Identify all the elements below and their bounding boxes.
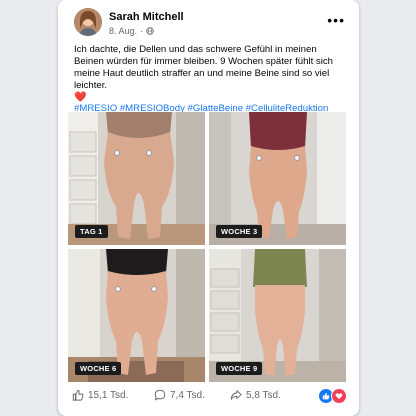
thumbs-up-icon	[72, 389, 84, 401]
photo-grid[interactable]: TAG 1 WOCHE 3 WOCHE 6 WOCHE 9	[68, 112, 349, 382]
share-icon	[230, 390, 242, 400]
post-text: Ich dachte, die Dellen und das schwere G…	[74, 44, 333, 91]
photo-label: WOCHE 3	[216, 225, 263, 238]
meta-separator: ·	[140, 26, 144, 36]
post-meta: 8. Aug. ·	[109, 26, 154, 36]
like-count: 15,1 Tsd.	[88, 389, 129, 401]
photo-woche-9[interactable]: WOCHE 9	[209, 249, 346, 382]
photo-woche-3[interactable]: WOCHE 3	[209, 112, 346, 245]
photo-label: TAG 1	[75, 225, 108, 238]
photo-woche-6[interactable]: WOCHE 6	[68, 249, 205, 382]
photo-label: WOCHE 9	[216, 362, 263, 375]
comment-count: 7,4 Tsd.	[170, 389, 205, 401]
share-stat[interactable]: 5,8 Tsd.	[230, 389, 281, 401]
love-reaction-icon	[331, 388, 347, 404]
photo-tag-1[interactable]: TAG 1	[68, 112, 205, 245]
share-count: 5,8 Tsd.	[246, 389, 281, 401]
post-card: Sarah Mitchell 8. Aug. · ••• Ich dachte,…	[58, 0, 359, 416]
post-date[interactable]: 8. Aug.	[109, 26, 137, 36]
like-stat[interactable]: 15,1 Tsd.	[72, 389, 128, 401]
globe-icon	[146, 27, 154, 35]
heart-emoji: ❤️	[74, 92, 87, 103]
reaction-icons[interactable]	[318, 388, 347, 404]
post-footer: 15,1 Tsd. 7,4 Tsd. 5,8 Tsd.	[72, 388, 347, 406]
comment-stat[interactable]: 7,4 Tsd.	[154, 389, 205, 401]
author-name[interactable]: Sarah Mitchell	[109, 11, 184, 23]
more-options-icon[interactable]: •••	[327, 12, 345, 28]
avatar[interactable]	[74, 8, 102, 36]
comment-icon	[154, 389, 166, 401]
post-header: Sarah Mitchell 8. Aug. · •••	[74, 8, 349, 38]
photo-label: WOCHE 6	[75, 362, 122, 375]
